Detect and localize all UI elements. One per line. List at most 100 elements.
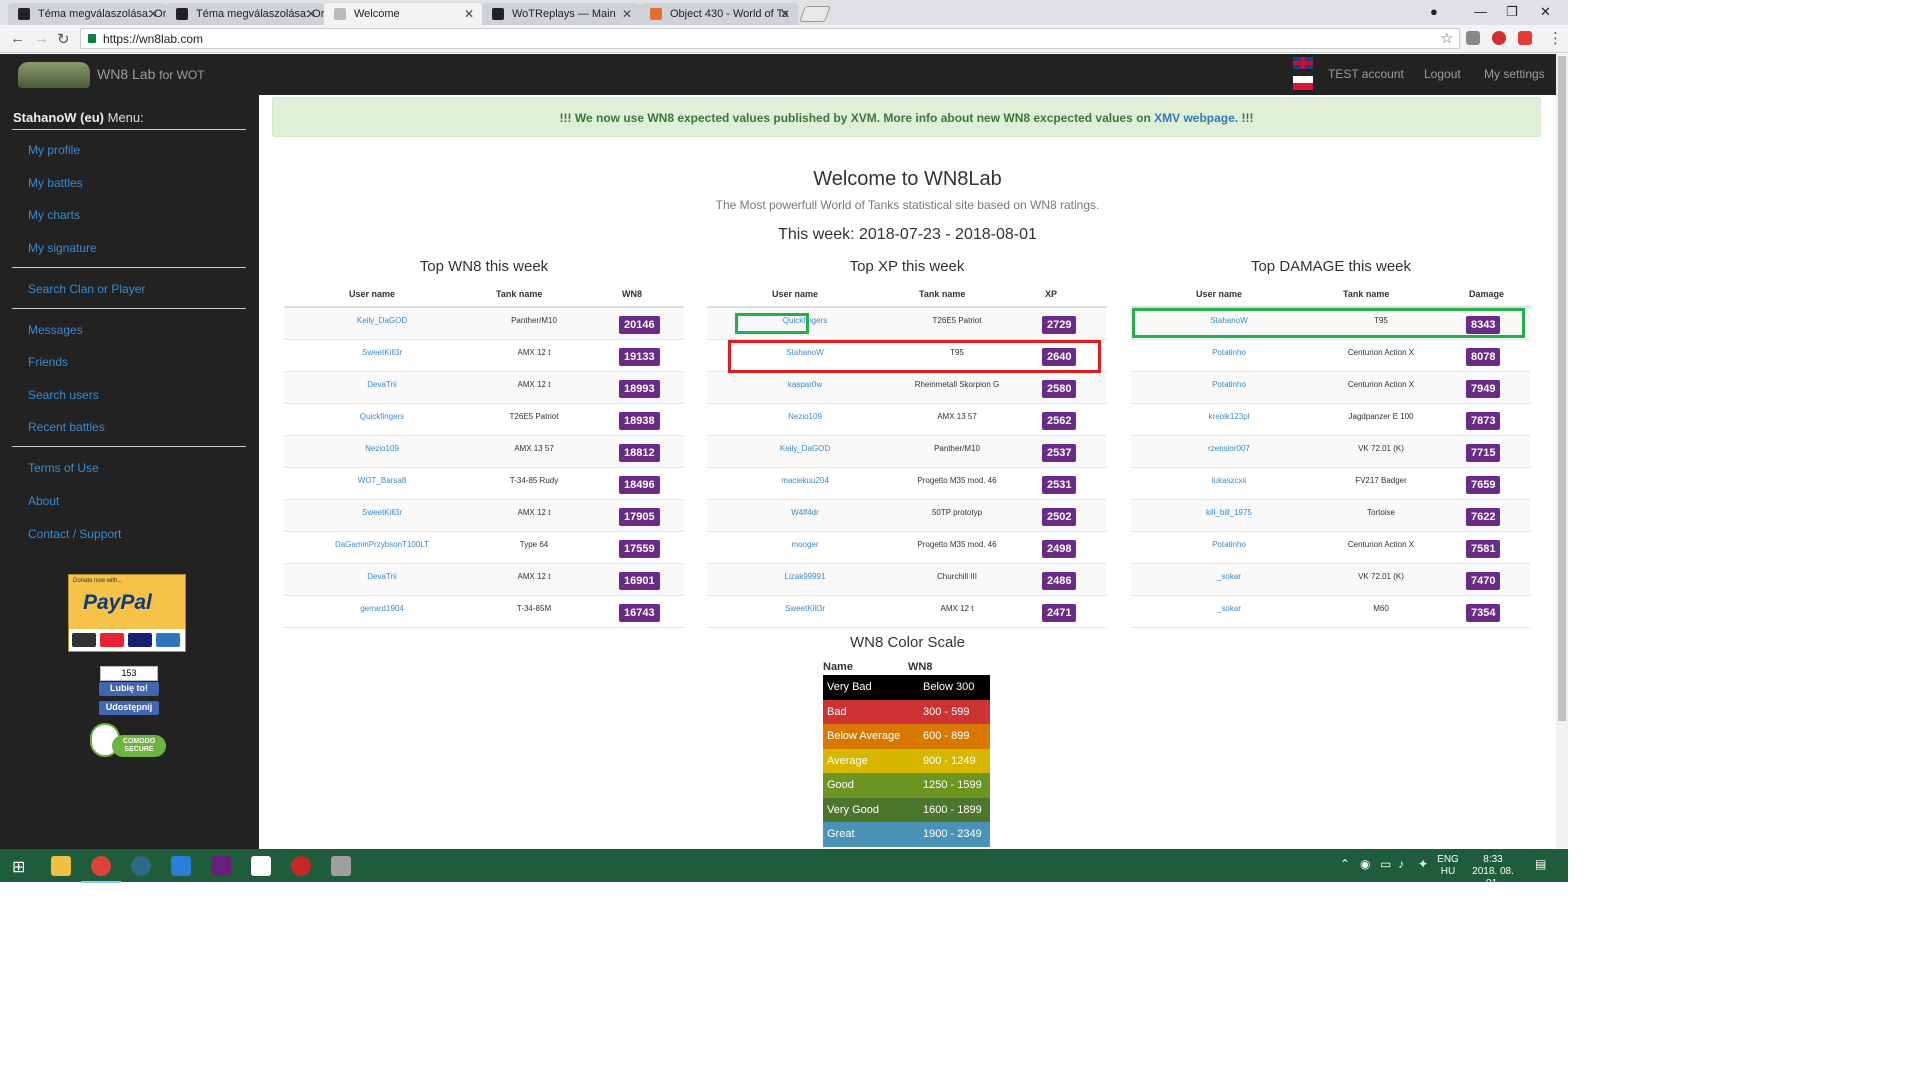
sidebar-item-my-charts[interactable]: My charts xyxy=(28,208,80,222)
file-explorer-icon[interactable] xyxy=(51,856,71,876)
sidebar-item-search-users[interactable]: Search users xyxy=(28,388,99,402)
sidebar-item-messages[interactable]: Messages xyxy=(28,323,83,337)
back-arrow-icon[interactable]: ← xyxy=(10,30,25,47)
player-link[interactable]: kreoik123pl xyxy=(1169,412,1289,421)
page-scrollbar[interactable] xyxy=(1556,54,1568,849)
polish-flag-icon[interactable] xyxy=(1293,76,1313,90)
paypal-donate-button[interactable]: Donate now with... PayPal xyxy=(68,574,186,652)
new-tab-button[interactable] xyxy=(799,6,831,22)
player-link[interactable]: SweetKill3r xyxy=(322,508,442,517)
table-row: WOT_Barsa8 T-34-85 Rudy 18496 xyxy=(284,468,684,500)
paint-icon[interactable] xyxy=(331,856,351,876)
windows-start-icon[interactable]: ⊞ xyxy=(12,857,25,877)
maximize-icon[interactable]: ❐ xyxy=(1506,4,1518,20)
test-account-link[interactable]: TEST account xyxy=(1328,67,1404,81)
sidebar-item-recent-battles[interactable]: Recent battles xyxy=(28,420,105,434)
logout-link[interactable]: Logout xyxy=(1424,67,1461,81)
scrollbar-thumb[interactable] xyxy=(1558,56,1566,721)
player-link[interactable]: Potatinho xyxy=(1169,348,1289,357)
player-link[interactable]: _sokar xyxy=(1169,572,1289,581)
tank-logo-icon[interactable] xyxy=(18,62,90,88)
reload-icon[interactable]: ↻ xyxy=(57,30,70,48)
clock[interactable]: 8:33 2018. 08. 01. xyxy=(1464,854,1522,890)
player-link[interactable]: Lizak99991 xyxy=(745,572,865,581)
tab-close-icon[interactable]: ✕ xyxy=(306,7,316,21)
browser-tab[interactable]: Téma megválaszolása: Or ✕ xyxy=(166,3,324,25)
tray-arrow-icon[interactable]: ⌃ xyxy=(1340,858,1350,870)
sidebar-item-my-signature[interactable]: My signature xyxy=(28,241,97,255)
tank-name: AMX 13 57 xyxy=(937,412,977,421)
steam-icon[interactable]: ◉ xyxy=(1360,858,1370,870)
sidebar-item-terms[interactable]: Terms of Use xyxy=(28,461,99,475)
sidebar-item-about[interactable]: About xyxy=(28,494,59,508)
dropbox-icon[interactable]: ✦ xyxy=(1418,858,1428,870)
profile-icon[interactable]: ● xyxy=(1430,4,1438,19)
tab-close-icon[interactable]: ✕ xyxy=(622,7,632,21)
player-link[interactable]: W4lf4dr xyxy=(745,508,865,517)
scale-name: Great xyxy=(827,828,855,840)
player-link[interactable]: SweetKill3r xyxy=(745,604,865,613)
player-link[interactable]: mooger xyxy=(745,540,865,549)
tab-close-icon[interactable]: ✕ xyxy=(148,7,158,21)
player-link[interactable]: DevaTrii xyxy=(322,572,442,581)
sidebar-item-contact[interactable]: Contact / Support xyxy=(28,527,121,541)
player-link[interactable]: Nezio109 xyxy=(322,444,442,453)
player-link[interactable]: Nezio109 xyxy=(745,412,865,421)
browser-menu-icon[interactable]: ⋮ xyxy=(1548,29,1563,47)
outlook-icon[interactable] xyxy=(171,856,191,876)
player-link[interactable]: kill_bill_1975 xyxy=(1169,508,1289,517)
visual-studio-icon[interactable] xyxy=(211,856,231,876)
brand[interactable]: WN8 Lab for WOT xyxy=(97,66,205,82)
main-content: !!! We now use WN8 expected values publi… xyxy=(259,95,1556,849)
browser-tab[interactable]: Téma megválaszolása: Or ✕ xyxy=(8,3,166,25)
sidebar-item-my-battles[interactable]: My battles xyxy=(28,176,83,190)
fb-like-button[interactable]: Lubię to! xyxy=(99,682,159,696)
player-link[interactable]: lukaszcxii xyxy=(1169,476,1289,485)
english-flag-icon[interactable] xyxy=(1293,57,1313,69)
browser-tab-active[interactable]: Welcome ✕ xyxy=(324,3,482,25)
adblock-icon[interactable] xyxy=(1492,31,1506,45)
xmv-webpage-link[interactable]: XMV webpage xyxy=(1154,111,1235,125)
player-link[interactable]: Quickfingers xyxy=(322,412,442,421)
sidebar-item-my-profile[interactable]: My profile xyxy=(28,143,80,157)
sidebar-item-search-clan[interactable]: Search Clan or Player xyxy=(28,282,145,296)
app-icon[interactable] xyxy=(131,856,151,876)
shield-extension-icon[interactable] xyxy=(1518,31,1532,45)
notifications-icon[interactable]: ▤ xyxy=(1535,858,1546,870)
my-settings-link[interactable]: My settings xyxy=(1484,67,1545,81)
forward-arrow-icon[interactable]: → xyxy=(34,30,49,47)
player-link[interactable]: rzensior007 xyxy=(1169,444,1289,453)
browser-tab[interactable]: Object 430 - World of Ta ✕ xyxy=(640,3,798,25)
col-header-tank: Tank name xyxy=(496,289,543,299)
player-link[interactable]: Potatinho xyxy=(1169,380,1289,389)
browser-tab[interactable]: WoTReplays — Main ✕ xyxy=(482,3,640,25)
player-link[interactable]: DevaTrii xyxy=(322,380,442,389)
fb-share-button[interactable]: Udostępnij xyxy=(99,701,159,715)
tab-close-icon[interactable]: ✕ xyxy=(464,7,474,21)
close-window-icon[interactable]: ✕ xyxy=(1540,4,1551,20)
player-link[interactable]: WOT_Barsa8 xyxy=(322,476,442,485)
minimize-icon[interactable]: — xyxy=(1474,4,1487,19)
player-link[interactable]: Potatinho xyxy=(1169,540,1289,549)
player-link[interactable]: kaspar0w xyxy=(745,380,865,389)
network-icon[interactable]: ▭ xyxy=(1380,858,1391,870)
table-row: kill_bill_1975 Tortoise 7622 xyxy=(1131,500,1531,532)
player-link[interactable]: Keily_DaGOD xyxy=(745,444,865,453)
language-indicator[interactable]: ENG HU xyxy=(1434,854,1462,878)
player-link[interactable]: gerrard1904 xyxy=(322,604,442,613)
chrome-icon[interactable] xyxy=(81,856,121,883)
player-link[interactable]: DaGaminPrzybsonT100LT xyxy=(322,540,442,549)
player-link[interactable]: _sokar xyxy=(1169,604,1289,613)
extension-icon[interactable] xyxy=(1466,31,1480,45)
player-link[interactable]: Keily_DaGOD xyxy=(322,316,442,325)
bookmark-star-icon[interactable]: ☆ xyxy=(1440,30,1453,47)
url-input[interactable]: https://wn8lab.com ☆ xyxy=(80,28,1460,49)
player-link[interactable]: maciekuu204 xyxy=(745,476,865,485)
wot-icon[interactable] xyxy=(291,856,311,876)
notes-icon[interactable] xyxy=(251,856,271,876)
sidebar-item-friends[interactable]: Friends xyxy=(28,355,68,369)
player-link[interactable]: SweetKill3r xyxy=(322,348,442,357)
scale-range: 1600 - 1899 xyxy=(923,803,982,816)
tab-close-icon[interactable]: ✕ xyxy=(780,7,790,21)
volume-icon[interactable]: ♪ xyxy=(1398,858,1404,870)
